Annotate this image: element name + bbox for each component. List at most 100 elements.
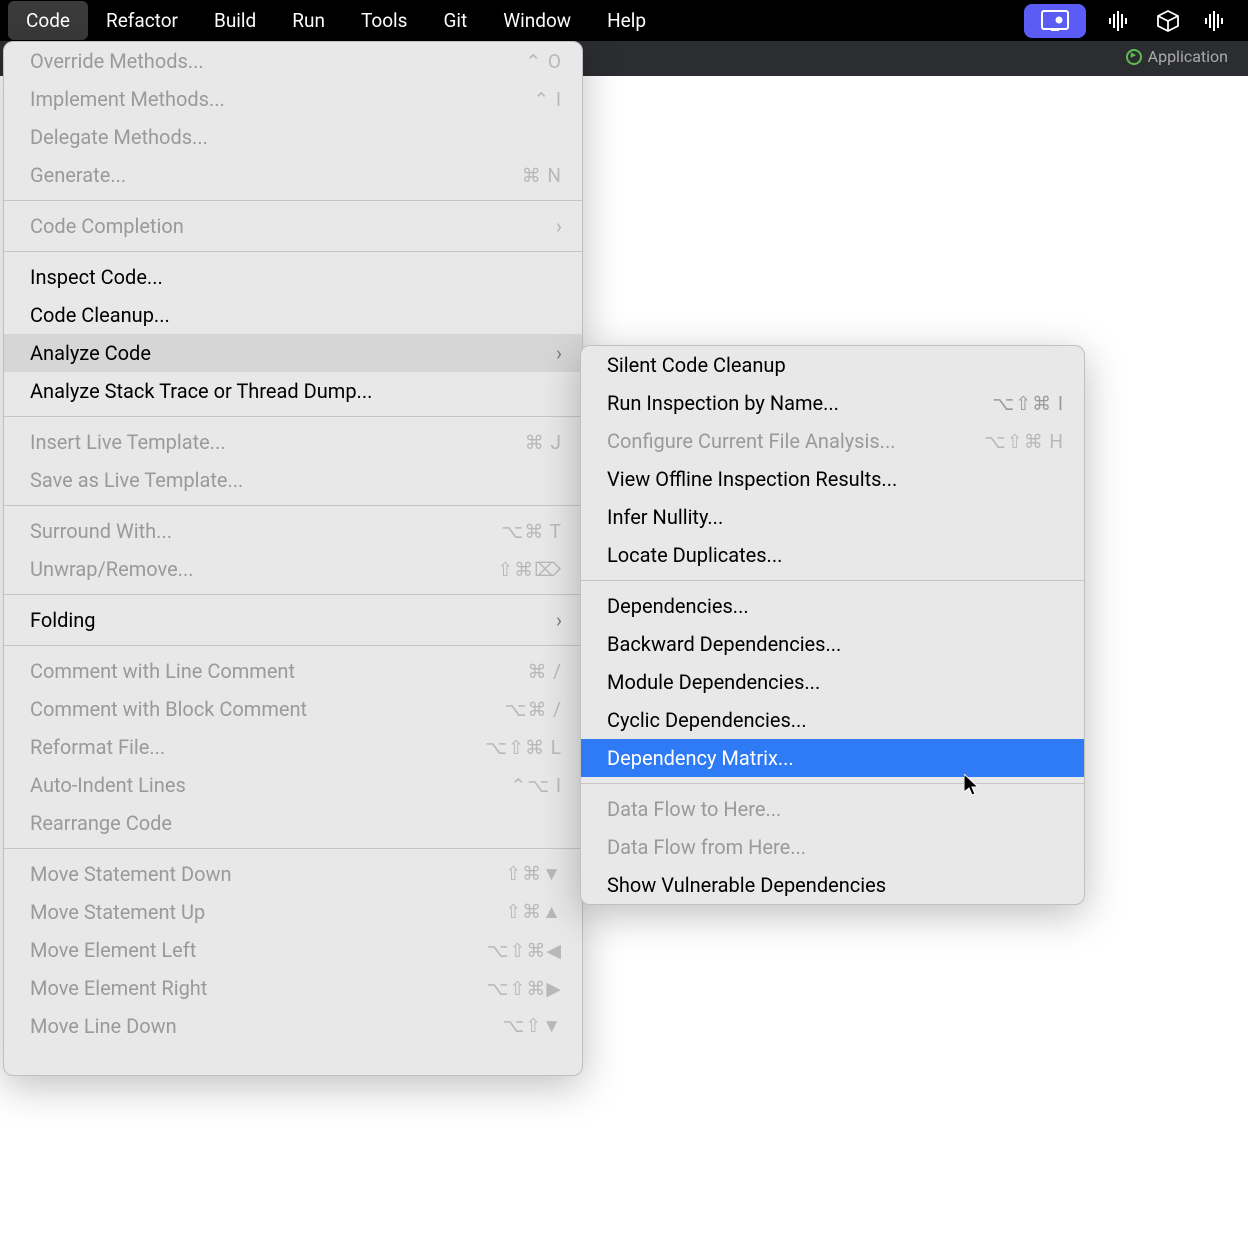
menu-item-label: Move Element Right (30, 976, 467, 1000)
menu-item-analyze-code[interactable]: Analyze Code › (4, 334, 582, 372)
menu-item-shortcut: ⌘ J (525, 431, 562, 454)
code-menu-dropdown: Override Methods... ⌃ O Implement Method… (3, 41, 583, 1076)
menu-item-label: Unwrap/Remove... (30, 557, 477, 581)
menu-item-shortcut: ⌥⇧⌘ H (984, 430, 1064, 453)
menu-item-surround-with[interactable]: Surround With... ⌥⌘ T (4, 512, 582, 550)
menu-item-implement-methods[interactable]: Implement Methods... ⌃ I (4, 80, 582, 118)
menu-item-shortcut: ⌥⇧⌘▶ (487, 977, 562, 1000)
screenshare-icon[interactable] (1024, 4, 1086, 38)
menu-item-label: Backward Dependencies... (607, 632, 1064, 656)
menu-item-shortcut: ⌥⇧▼ (502, 1014, 562, 1038)
menubar-item-build[interactable]: Build (196, 1, 274, 40)
submenu-item-view-offline-results[interactable]: View Offline Inspection Results... (581, 460, 1084, 498)
menu-item-save-live-template[interactable]: Save as Live Template... (4, 461, 582, 499)
submenu-item-silent-code-cleanup[interactable]: Silent Code Cleanup (581, 346, 1084, 384)
menu-item-shortcut: ⇧⌘▲ (505, 900, 562, 924)
run-config-indicator[interactable]: Application (1126, 47, 1228, 66)
menu-item-label: Move Element Left (30, 938, 467, 962)
menu-item-label: Data Flow from Here... (607, 835, 1064, 859)
menu-item-delegate-methods[interactable]: Delegate Methods... (4, 118, 582, 156)
cube-icon[interactable] (1154, 7, 1182, 35)
menu-item-label: Insert Live Template... (30, 430, 505, 454)
submenu-item-locate-duplicates[interactable]: Locate Duplicates... (581, 536, 1084, 574)
menu-item-move-statement-up[interactable]: Move Statement Up ⇧⌘▲ (4, 893, 582, 931)
menu-item-shortcut: ⇧⌘▼ (505, 862, 562, 886)
submenu-item-infer-nullity[interactable]: Infer Nullity... (581, 498, 1084, 536)
menu-item-reformat-file[interactable]: Reformat File... ⌥⇧⌘ L (4, 728, 582, 766)
menu-item-shortcut: ⌘ N (522, 164, 562, 187)
submenu-item-configure-file-analysis[interactable]: Configure Current File Analysis... ⌥⇧⌘ H (581, 422, 1084, 460)
menu-separator (581, 580, 1084, 581)
submenu-item-backward-dependencies[interactable]: Backward Dependencies... (581, 625, 1084, 663)
menu-item-label: Dependency Matrix... (607, 746, 1064, 770)
menu-item-label: Show Vulnerable Dependencies (607, 873, 1064, 897)
menubar-item-tools[interactable]: Tools (343, 1, 426, 40)
submenu-item-dependency-matrix[interactable]: Dependency Matrix... (581, 739, 1084, 777)
menu-item-shortcut: ⌥⇧⌘ L (485, 736, 562, 759)
menubar-item-refactor[interactable]: Refactor (88, 1, 196, 40)
chevron-right-icon: › (556, 608, 562, 632)
menu-item-code-completion[interactable]: Code Completion › (4, 207, 582, 245)
menu-item-label: Move Statement Up (30, 900, 485, 924)
menu-item-label: Auto-Indent Lines (30, 773, 490, 797)
menu-separator (4, 505, 582, 506)
menu-item-inspect-code[interactable]: Inspect Code... (4, 258, 582, 296)
submenu-item-data-flow-from-here[interactable]: Data Flow from Here... (581, 828, 1084, 866)
menu-item-label: Comment with Line Comment (30, 659, 507, 683)
menubar-item-window[interactable]: Window (485, 1, 589, 40)
menubar-item-run[interactable]: Run (274, 1, 343, 40)
menubar-item-git[interactable]: Git (425, 1, 485, 40)
menu-item-override-methods[interactable]: Override Methods... ⌃ O (4, 42, 582, 80)
menu-separator (4, 200, 582, 201)
menu-item-comment-line[interactable]: Comment with Line Comment ⌘ / (4, 652, 582, 690)
menu-item-shortcut: ⌥⇧⌘◀ (487, 939, 562, 962)
submenu-item-cyclic-dependencies[interactable]: Cyclic Dependencies... (581, 701, 1084, 739)
menubar-item-help[interactable]: Help (589, 1, 664, 40)
menu-item-analyze-stack-trace[interactable]: Analyze Stack Trace or Thread Dump... (4, 372, 582, 410)
menu-item-move-statement-down[interactable]: Move Statement Down ⇧⌘▼ (4, 855, 582, 893)
menu-item-label: View Offline Inspection Results... (607, 467, 1064, 491)
analyze-code-submenu: Silent Code Cleanup Run Inspection by Na… (580, 345, 1085, 905)
menu-item-generate[interactable]: Generate... ⌘ N (4, 156, 582, 194)
menu-item-move-line-down[interactable]: Move Line Down ⌥⇧▼ (4, 1007, 582, 1045)
submenu-item-run-inspection-by-name[interactable]: Run Inspection by Name... ⌥⇧⌘ I (581, 384, 1084, 422)
menu-item-label: Implement Methods... (30, 87, 513, 111)
chevron-right-icon: › (556, 341, 562, 365)
menubar-item-code[interactable]: Code (8, 1, 88, 40)
menu-item-auto-indent[interactable]: Auto-Indent Lines ⌃⌥ I (4, 766, 582, 804)
menu-item-label: Module Dependencies... (607, 670, 1064, 694)
menu-item-comment-block[interactable]: Comment with Block Comment ⌥⌘ / (4, 690, 582, 728)
chevron-right-icon: › (556, 214, 562, 238)
menu-item-move-element-right[interactable]: Move Element Right ⌥⇧⌘▶ (4, 969, 582, 1007)
menu-item-label: Generate... (30, 163, 502, 187)
audio-bars-icon[interactable] (1106, 7, 1134, 35)
menu-item-label: Infer Nullity... (607, 505, 1064, 529)
submenu-item-show-vulnerable-deps[interactable]: Show Vulnerable Dependencies (581, 866, 1084, 904)
menu-item-label: Code Cleanup... (30, 303, 562, 327)
menu-item-label: Run Inspection by Name... (607, 391, 972, 415)
menu-separator (4, 848, 582, 849)
menu-item-label: Code Completion (30, 214, 536, 238)
run-config-label: Application (1148, 47, 1228, 66)
menu-item-folding[interactable]: Folding › (4, 601, 582, 639)
menu-item-label: Override Methods... (30, 49, 505, 73)
submenu-item-dependencies[interactable]: Dependencies... (581, 587, 1084, 625)
menu-item-label: Data Flow to Here... (607, 797, 1064, 821)
menu-item-label: Comment with Block Comment (30, 697, 485, 721)
menu-item-label: Cyclic Dependencies... (607, 708, 1064, 732)
menubar: Code Refactor Build Run Tools Git Window… (0, 0, 1248, 41)
submenu-item-data-flow-to-here[interactable]: Data Flow to Here... (581, 790, 1084, 828)
menu-item-label: Folding (30, 608, 536, 632)
menu-item-move-element-left[interactable]: Move Element Left ⌥⇧⌘◀ (4, 931, 582, 969)
menu-item-label: Configure Current File Analysis... (607, 429, 964, 453)
menu-item-label: Move Statement Down (30, 862, 485, 886)
menu-item-label: Surround With... (30, 519, 481, 543)
audio-bars-icon-2[interactable] (1202, 7, 1230, 35)
menu-item-shortcut: ⇧⌘⌦ (497, 558, 562, 581)
menu-item-rearrange-code[interactable]: Rearrange Code (4, 804, 582, 842)
menu-item-shortcut: ⌃⌥ I (510, 774, 562, 797)
menu-item-unwrap-remove[interactable]: Unwrap/Remove... ⇧⌘⌦ (4, 550, 582, 588)
menu-item-code-cleanup[interactable]: Code Cleanup... (4, 296, 582, 334)
submenu-item-module-dependencies[interactable]: Module Dependencies... (581, 663, 1084, 701)
menu-item-insert-live-template[interactable]: Insert Live Template... ⌘ J (4, 423, 582, 461)
